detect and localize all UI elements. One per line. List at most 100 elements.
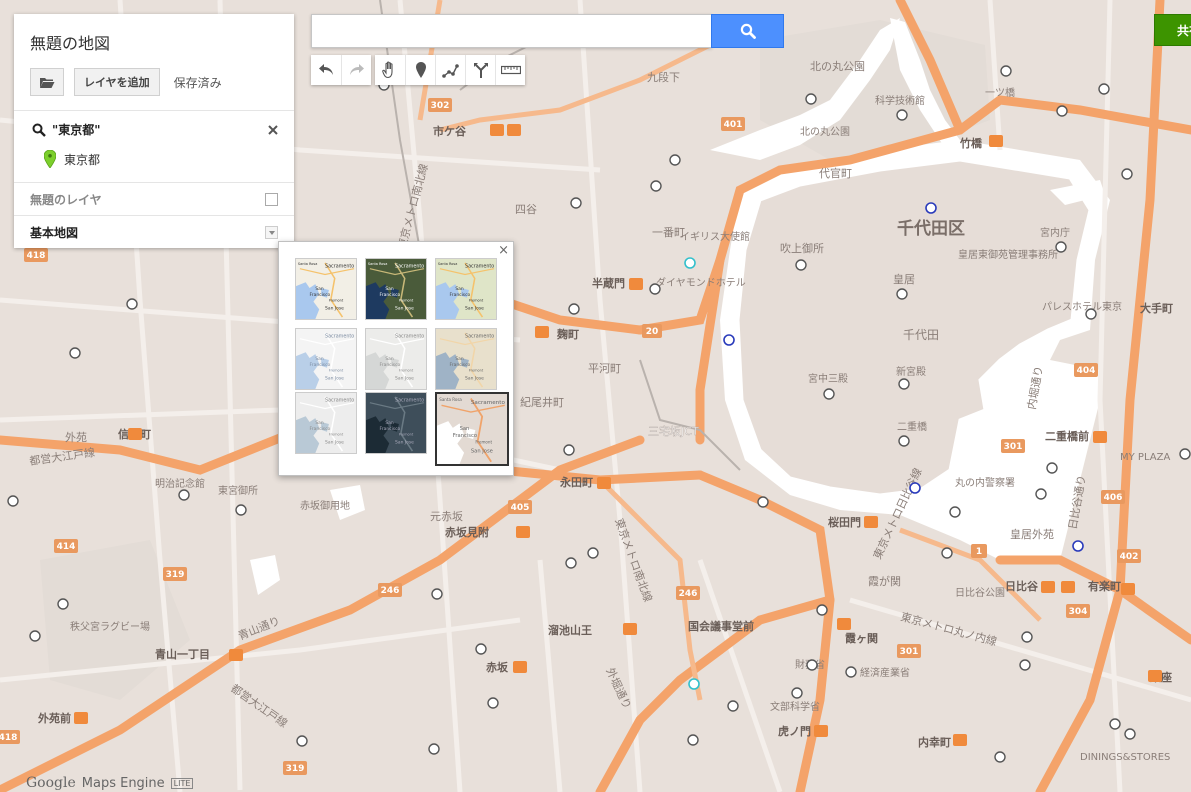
svg-text:Francisco: Francisco xyxy=(310,426,331,432)
maps-engine-label: Maps Engine xyxy=(81,775,165,791)
svg-text:Francisco: Francisco xyxy=(450,362,471,368)
search-layer-title: "東京都" xyxy=(32,121,278,138)
svg-text:Francisco: Francisco xyxy=(380,362,401,368)
add-marker-button[interactable] xyxy=(405,55,435,85)
search-button[interactable] xyxy=(711,14,784,48)
map-title[interactable]: 無題の地図 xyxy=(30,30,278,54)
layer-visibility-checkbox[interactable] xyxy=(265,192,278,206)
svg-text:Francisco: Francisco xyxy=(310,292,331,298)
svg-text:San: San xyxy=(385,286,394,292)
svg-text:Francisco: Francisco xyxy=(310,362,331,368)
basemap-style-light-landmass[interactable]: Sacramento San Francisco San Jose Fremont xyxy=(295,392,357,454)
layer-name[interactable]: 無題のレイヤ xyxy=(30,191,102,208)
label-my-plaza: MY PLAZA xyxy=(1120,452,1170,463)
label-kasumigaseki: 霞が関 xyxy=(868,574,901,588)
svg-text:Francisco: Francisco xyxy=(380,292,401,298)
svg-text:Sacramento: Sacramento xyxy=(325,334,354,340)
label-kokkai: 国会議事堂前 xyxy=(688,619,754,633)
svg-text:Fremont: Fremont xyxy=(329,369,344,373)
label-hirakawacho: 平河町 xyxy=(588,362,621,375)
close-style-picker-button[interactable]: × xyxy=(498,243,509,258)
label-kokyo-higashi: 皇居東御苑管理事務所 xyxy=(958,248,1058,261)
label-hanzomon: 半蔵門 xyxy=(592,276,625,290)
svg-text:Francisco: Francisco xyxy=(453,433,477,439)
label-diamond-hotel: ダイヤモンドホテル xyxy=(656,276,746,289)
search-input[interactable] xyxy=(311,14,712,48)
label-kokyo-gaien: 皇居外苑 xyxy=(1010,527,1054,541)
label-sakuradamon: 桜田門 xyxy=(828,515,861,529)
svg-text:Sacramento: Sacramento xyxy=(465,264,494,270)
close-search-layer-button[interactable] xyxy=(268,123,278,139)
svg-text:418: 418 xyxy=(27,251,46,261)
basemap-style-satellite[interactable]: Sacramento Santa Rosa San Francisco San Jose… xyxy=(365,258,427,320)
redo-button[interactable] xyxy=(341,55,371,85)
label-kudanshita: 九段下 xyxy=(647,70,680,84)
svg-text:Sacramento: Sacramento xyxy=(325,398,354,404)
layer-row[interactable]: 無題のレイヤ xyxy=(14,183,294,216)
svg-text:San Jose: San Jose xyxy=(465,375,484,381)
label-kitanomaru: 北の丸公園 xyxy=(810,60,865,73)
svg-text:San: San xyxy=(385,420,394,426)
pan-tool-button[interactable] xyxy=(375,55,405,85)
basemap-row[interactable]: 基本地図 xyxy=(14,216,294,248)
basemap-style-preview: Sacramento SanFrancisco San Jose Fremont xyxy=(366,329,426,389)
poi-marker-teal xyxy=(688,678,700,690)
measure-button[interactable] xyxy=(495,55,525,85)
label-chiyoda-ku: 千代田区 xyxy=(897,218,965,239)
undo-icon xyxy=(319,64,333,75)
label-chiyoda: 千代田 xyxy=(903,328,939,342)
label-keizai: 経済産業省 xyxy=(860,666,910,679)
svg-text:Sacramento: Sacramento xyxy=(471,400,506,406)
basemap-style-preview: Sacramento SanFrancisco San Jose Fremont xyxy=(296,393,356,453)
label-kyuden: 宮中三殿 xyxy=(808,372,848,385)
svg-text:301: 301 xyxy=(900,647,919,657)
basemap-dropdown-button[interactable] xyxy=(265,225,278,239)
label-meiji-kinenkan: 明治記念館 xyxy=(155,477,205,490)
svg-text:Fremont: Fremont xyxy=(475,440,492,445)
draw-line-button[interactable] xyxy=(435,55,465,85)
svg-text:San: San xyxy=(385,356,394,362)
svg-text:Fremont: Fremont xyxy=(329,299,344,303)
svg-text:246: 246 xyxy=(381,586,400,596)
svg-text:Santa Rosa: Santa Rosa xyxy=(298,262,317,266)
label-chichibunomiya: 秩父宮ラグビー場 xyxy=(70,620,150,633)
svg-text:San: San xyxy=(455,356,464,362)
label-akasaka-palace: 赤坂御用地 xyxy=(300,499,350,512)
place-item[interactable]: 東京都 xyxy=(44,150,278,168)
basemap-style-light-political[interactable]: Sacramento San Francisco San Jose Fremont xyxy=(295,328,357,390)
svg-text:404: 404 xyxy=(1077,366,1096,376)
share-button[interactable]: 共有 xyxy=(1154,14,1191,46)
history-tools xyxy=(311,55,371,85)
svg-text:Sacramento: Sacramento xyxy=(395,398,424,404)
basemap-style-dark-landmass[interactable]: Sacramento San Francisco San Jose Fremont xyxy=(365,392,427,454)
map-toolbar xyxy=(311,55,525,85)
basemap-style-terrain[interactable]: Sacramento Santa Rosa San Francisco San Jose… xyxy=(435,258,497,320)
undo-button[interactable] xyxy=(311,55,341,85)
svg-text:Santa Rosa: Santa Rosa xyxy=(368,262,387,266)
basemap-style-simple-atlas[interactable]: Sacramento San Francisco San Jose Fremont xyxy=(435,328,497,390)
svg-text:San: San xyxy=(455,286,464,292)
open-folder-button[interactable] xyxy=(30,68,64,96)
directions-button[interactable] xyxy=(465,55,495,85)
label-tameike: 溜池山王 xyxy=(548,623,592,637)
svg-text:San Jose: San Jose xyxy=(395,439,414,445)
svg-text:San Jose: San Jose xyxy=(395,375,414,381)
svg-text:20: 20 xyxy=(646,327,659,337)
add-layer-button[interactable]: レイヤを追加 xyxy=(74,68,160,96)
svg-text:Fremont: Fremont xyxy=(399,369,414,373)
basemap-style-whitewater[interactable]: Sacramento Santa Rosa San Francisco San Jose… xyxy=(435,392,509,466)
label-nijubashi: 二重橋 xyxy=(897,420,927,433)
label-kokyo: 皇居 xyxy=(893,272,915,286)
label-togu-palace: 東宮御所 xyxy=(218,484,258,497)
svg-text:Sacramento: Sacramento xyxy=(395,264,424,270)
search-icon xyxy=(32,123,46,137)
basemap-style-mono-city[interactable]: Sacramento San Francisco San Jose Fremont xyxy=(365,328,427,390)
basemap-style-map[interactable]: Sacramento Santa Rosa San Francisco San Jose… xyxy=(295,258,357,320)
svg-text:Francisco: Francisco xyxy=(380,426,401,432)
panel-header: 無題の地図 レイヤを追加 保存済み xyxy=(14,14,294,111)
svg-text:San Jose: San Jose xyxy=(471,449,493,455)
svg-text:San Jose: San Jose xyxy=(325,305,344,311)
svg-text:Santa Rosa: Santa Rosa xyxy=(439,397,462,402)
svg-text:405: 405 xyxy=(511,503,530,513)
svg-text:Fremont: Fremont xyxy=(399,299,414,303)
